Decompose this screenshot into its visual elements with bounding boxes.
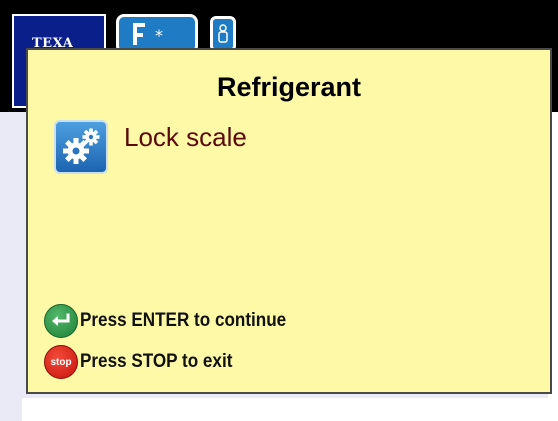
stop-icon-text: stop xyxy=(50,356,72,368)
dialog-title: Refrigerant xyxy=(216,72,362,102)
option-lock-scale[interactable]: Lock scale xyxy=(54,120,247,176)
gears-icon xyxy=(54,120,108,174)
enter-arrow-icon xyxy=(44,304,78,338)
svg-text:*: * xyxy=(155,26,163,45)
stop-hint-text: Press STOP to exit xyxy=(80,351,233,372)
background-footer xyxy=(22,398,558,421)
stop-hint[interactable]: stop Press STOP to exit xyxy=(44,344,249,380)
screen: TEXA * Refrigerant Lock scale Press ENTE… xyxy=(0,0,558,421)
enter-hint-text: Press ENTER to continue xyxy=(80,310,287,331)
person-icon[interactable] xyxy=(210,16,236,52)
refrigerant-dialog: Refrigerant Lock scale Press ENTER to co… xyxy=(26,48,552,394)
enter-hint[interactable]: Press ENTER to continue xyxy=(44,303,309,339)
stop-icon: stop xyxy=(44,345,78,379)
option-label: Lock scale xyxy=(124,122,247,152)
